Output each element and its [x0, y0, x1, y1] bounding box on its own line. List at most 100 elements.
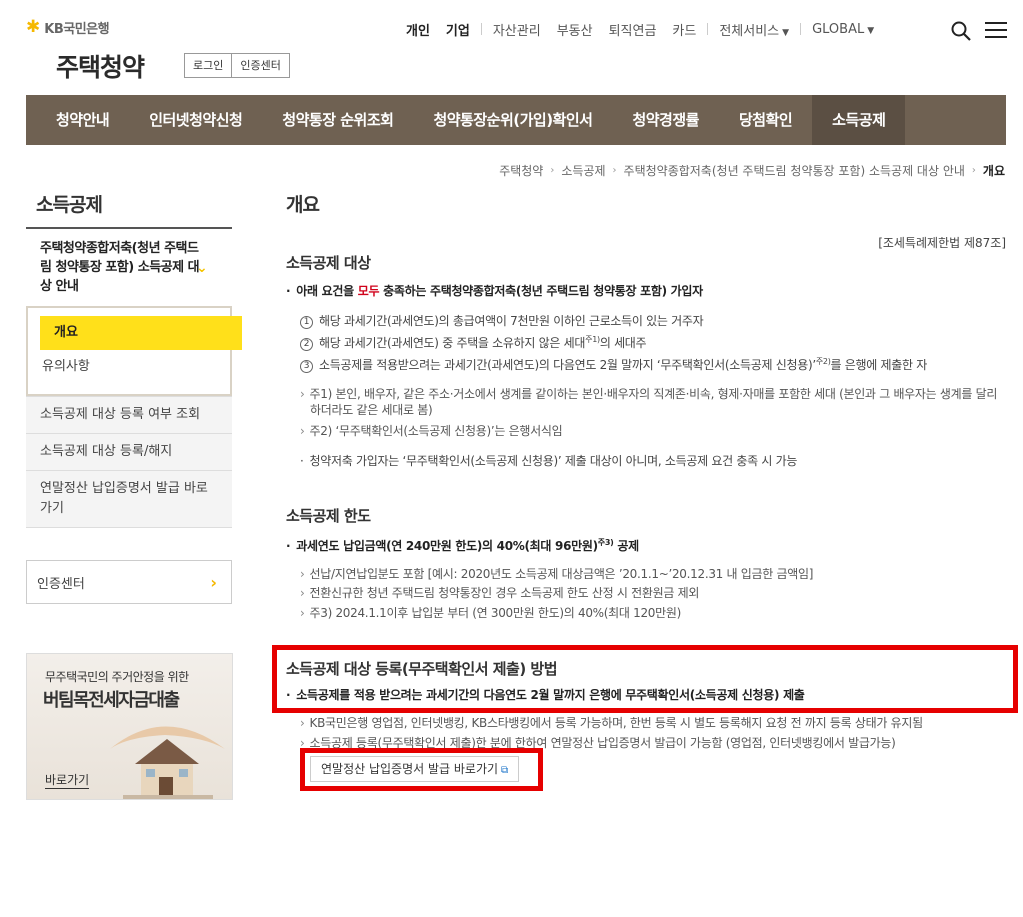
topnav-pension[interactable]: 퇴직연금	[601, 20, 665, 39]
lead-text: 소득공제를 적용 받으려는 과세기간의 다음연도 2월 말까지 은행에 무주택확…	[296, 688, 805, 702]
auth-buttons: 로그인 인증센터	[184, 53, 290, 78]
side-nav-group-label: 주택청약종합저축(청년 주택드림 청약통장 포함) 소득공제 대상 안내	[40, 241, 200, 294]
side-nav-sub-overview[interactable]: 개요	[40, 316, 242, 350]
topnav-card[interactable]: 카드	[664, 20, 704, 39]
requirement-text: 를 은행에 제출한 자	[830, 358, 928, 372]
caret-down-icon: ▼	[782, 27, 790, 38]
note-item: › 전환신규한 청년 주택드림 청약통장인 경우 소득공제 한도 산정 시 전환원…	[300, 585, 699, 601]
kb-logo[interactable]: ✱ KB국민은행	[26, 17, 110, 38]
note-item: › 주3) 2024.1.1이후 납입분 부터 (연 300만원 한도)의 40%…	[300, 605, 681, 621]
top-nav: 개인 기업 자산관리 부동산 퇴직연금 카드 전체서비스 ▼ GLOBAL ▼	[398, 19, 882, 39]
chevron-right-icon: ›	[300, 424, 305, 438]
side-nav-group[interactable]: 주택청약종합저축(청년 주택드림 청약통장 포함) 소득공제 대상 안내 ⌄	[26, 229, 232, 306]
lead-text-a: 아래 요건을	[296, 284, 354, 298]
footnote-ref: 주3)	[597, 538, 614, 547]
gnb-competition-rate[interactable]: 청약경쟁률	[612, 95, 719, 145]
circled-number-icon: 3	[300, 360, 313, 373]
login-button[interactable]: 로그인	[185, 54, 231, 77]
topnav-personal[interactable]: 개인	[398, 20, 438, 39]
chevron-right-icon: ›	[971, 165, 976, 176]
caret-down-icon: ▼	[867, 25, 875, 36]
breadcrumb-item[interactable]: 소득공제	[561, 162, 605, 179]
side-nav-submenu: 개요 유의사항	[26, 306, 242, 396]
note-item: › KB국민은행 영업점, 인터넷뱅킹, KB스타뱅킹에서 등록 가능하며, 한번…	[300, 715, 923, 731]
law-reference: [조세특례제한법 제87조]	[878, 236, 1006, 250]
topnav-asset[interactable]: 자산관리	[485, 20, 549, 39]
requirement-text: 의 세대주	[599, 336, 647, 350]
bullet-dot: ·	[286, 688, 291, 702]
gnb-internet-application[interactable]: 인터넷청약신청	[129, 95, 262, 145]
house-hands-illustration	[110, 726, 225, 799]
breadcrumb-current: 개요	[982, 164, 1005, 178]
breadcrumb-item[interactable]: 주택청약	[499, 162, 543, 179]
lead-text-b: 충족하는 주택청약종합저축(청년 주택드림 청약통장 포함) 가입자	[383, 284, 703, 298]
main-content: 개요 [조세특례제한법 제87조] 소득공제 대상 · 아래 요건을 모두 충족하…	[272, 190, 1018, 791]
note-item: › 선납/지연납입분도 포함 [예시: 2020년도 소득공제 대상금액은 ’20…	[300, 566, 813, 582]
chevron-right-icon: ›	[550, 165, 555, 176]
certificate-issue-label: 연말정산 납입증명서 발급 바로가기	[321, 762, 499, 776]
divider	[800, 23, 802, 35]
chevron-right-icon: ›	[210, 572, 217, 592]
bullet-dot: ·	[286, 539, 291, 553]
bullet-dot: ·	[300, 454, 304, 468]
requirement-item: 2 해당 과세기간(과세연도) 중 주택을 소유하지 않은 세대주1)의 세대주	[300, 334, 647, 351]
side-nav-item-registration[interactable]: 소득공제 대상 등록/해지	[26, 434, 232, 471]
breadcrumb-item[interactable]: 주택청약종합저축(청년 주택드림 청약통장 포함) 소득공제 대상 안내	[624, 162, 965, 179]
side-nav-item-registration-inquiry[interactable]: 소득공제 대상 등록 여부 조회	[26, 396, 232, 434]
section-lead: · 아래 요건을 모두 충족하는 주택청약종합저축(청년 주택드림 청약통장 포함…	[286, 282, 703, 299]
note-bullet: · 청약저축 가입자는 ‘무주택확인서(소득공제 신청용)’ 제출 대상이 아니며…	[300, 452, 797, 469]
topnav-global[interactable]: GLOBAL ▼	[804, 22, 882, 37]
topnav-corporate[interactable]: 기업	[438, 20, 478, 39]
footnote-ref: 주1)	[585, 335, 600, 344]
lead-emphasis: 모두	[357, 284, 380, 298]
gnb-rank-certificate[interactable]: 청약통장순위(가입)확인서	[413, 95, 612, 145]
banner-subtitle: 무주택국민의 주거안정을 위한	[45, 670, 189, 684]
footnote-text: 주2) ‘무주택확인서(소득공제 신청용)’는 은행서식임	[309, 424, 563, 438]
side-nav-sub-notice[interactable]: 유의사항	[28, 350, 230, 384]
note-text: 전환신규한 청년 주택드림 청약통장인 경우 소득공제 한도 산정 시 전환원금…	[309, 586, 700, 600]
section-title-registration: 소득공제 대상 등록(무주택확인서 제출) 방법	[286, 660, 558, 678]
note-text: 선납/지연납입분도 포함 [예시: 2020년도 소득공제 대상금액은 ’20.…	[309, 567, 814, 581]
footnote: › 주2) ‘무주택확인서(소득공제 신청용)’는 은행서식임	[300, 423, 563, 439]
topnav-allservices-label: 전체서비스	[719, 23, 780, 39]
footnote-text: 주1) 본인, 배우자, 같은 주소·거소에서 생계를 같이하는 본인·배우자의…	[309, 387, 998, 417]
side-nav-item-certificate[interactable]: 연말정산 납입증명서 발급 바로가기	[26, 471, 232, 528]
requirement-text: 소득공제를 적용받으려는 과세기간(과세연도)의 다음연도 2월 말까지 ‘무주…	[319, 358, 816, 372]
note-text: 주3) 2024.1.1이후 납입분 부터 (연 300만원 한도)의 40%(…	[309, 606, 682, 620]
lead-text: 과세연도 납입금액(연 240만원 한도)의 40%(최대 96만원)	[296, 539, 598, 553]
requirement-text: 해당 과세기간(과세연도) 중 주택을 소유하지 않은 세대	[319, 336, 586, 350]
chevron-right-icon: ›	[612, 165, 617, 176]
gnb-income-deduction[interactable]: 소득공제	[812, 95, 906, 145]
gnb-winner-check[interactable]: 당첨확인	[719, 95, 812, 145]
topnav-global-label: GLOBAL	[812, 21, 865, 37]
site-title[interactable]: 주택청약	[56, 48, 145, 84]
cert-center-link[interactable]: 인증센터 ›	[26, 560, 232, 604]
search-icon[interactable]	[951, 21, 971, 41]
divider	[480, 23, 482, 35]
section-lead: · 과세연도 납입금액(연 240만원 한도)의 40%(최대 96만원)주3) …	[286, 537, 639, 554]
footnote-ref: 주2)	[815, 357, 831, 366]
loan-banner[interactable]: 무주택국민의 주거안정을 위한 버팀목전세자금대출 바로가기	[26, 653, 233, 800]
gnb-rank-inquiry[interactable]: 청약통장 순위조회	[262, 95, 413, 145]
banner-go-link[interactable]: 바로가기	[45, 771, 90, 789]
chevron-right-icon: ›	[300, 586, 305, 600]
circled-number-icon: 2	[300, 338, 313, 351]
topnav-realestate[interactable]: 부동산	[549, 20, 601, 39]
logo-text: KB국민은행	[44, 22, 110, 37]
side-nav-title: 소득공제	[26, 190, 232, 229]
kb-star-icon: ✱	[26, 17, 41, 37]
divider	[707, 23, 709, 35]
topnav-allservices[interactable]: 전체서비스 ▼	[711, 20, 797, 39]
hamburger-menu-icon[interactable]	[985, 22, 1007, 40]
chevron-down-icon: ⌄	[196, 260, 208, 276]
footnote: › 주1) 본인, 배우자, 같은 주소·거소에서 생계를 같이하는 본인·배우자…	[300, 386, 1006, 418]
cert-center-button[interactable]: 인증센터	[231, 54, 288, 77]
external-link-icon: ⧉	[501, 765, 509, 776]
section-title-limit: 소득공제 한도	[286, 507, 371, 525]
circled-number-icon: 1	[300, 316, 313, 329]
requirement-item: 1 해당 과세기간(과세연도)의 총급여액이 7천만원 이하인 근로소득이 있는 …	[300, 312, 704, 329]
breadcrumb: 주택청약 › 소득공제 › 주택청약종합저축(청년 주택드림 청약통장 포함) …	[499, 162, 1005, 179]
gnb-subscription-guide[interactable]: 청약안내	[26, 95, 129, 145]
lead-text-b: 공제	[617, 539, 639, 553]
certificate-issue-button[interactable]: 연말정산 납입증명서 발급 바로가기 ⧉	[310, 756, 520, 782]
